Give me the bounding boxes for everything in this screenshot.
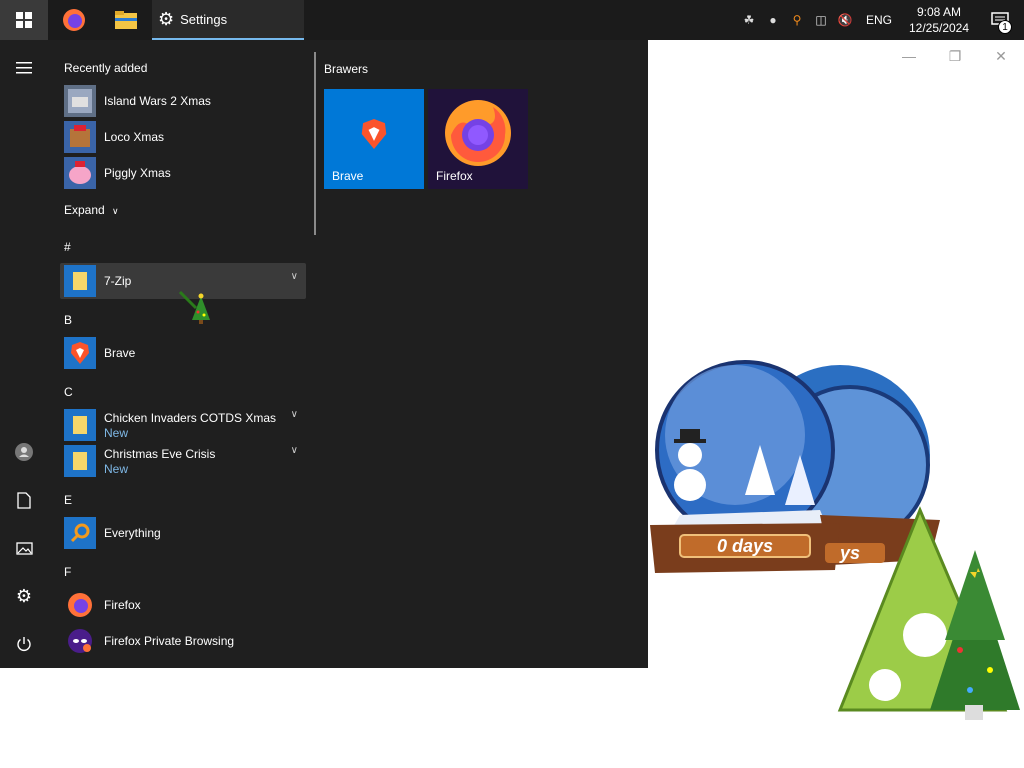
- list-item-firefox[interactable]: Firefox: [60, 587, 306, 623]
- chevron-down-icon: ∨: [112, 206, 119, 216]
- app-name: Brave: [104, 345, 136, 360]
- christmas-tree-cursor-icon: [178, 290, 210, 324]
- taskbar-settings-label: Settings: [180, 11, 228, 27]
- chevron-down-icon[interactable]: ∨: [291, 271, 298, 282]
- christmas-trees-decoration: [837, 506, 1020, 720]
- clock-time: 9:08 AM: [916, 5, 962, 19]
- list-item-everything[interactable]: Everything: [60, 515, 306, 551]
- letter-header-b[interactable]: B: [64, 313, 72, 327]
- taskbar-file-explorer[interactable]: [100, 0, 152, 40]
- list-item-piggly-xmas[interactable]: Piggly Xmas: [60, 155, 306, 191]
- letter-header-e[interactable]: E: [64, 493, 72, 507]
- user-account-button[interactable]: [0, 428, 48, 476]
- gear-icon: ⚙: [15, 585, 33, 606]
- taskbar: ⚙ Settings ☘ ● ⚲ ◫ 🔇 ENG 9:08 AM 12/25/2…: [0, 0, 1024, 40]
- settings-button[interactable]: ⚙: [0, 572, 48, 620]
- firefox-icon: [428, 95, 528, 169]
- app-list: Recently added Island Wars 2 Xmas Loco X…: [56, 40, 312, 668]
- power-button[interactable]: [0, 620, 48, 668]
- everything-search-icon: [64, 517, 96, 549]
- close-button[interactable]: ✕: [978, 40, 1024, 72]
- new-badge: New: [104, 461, 129, 476]
- tile-group-title[interactable]: Brawers: [324, 62, 368, 76]
- letter-header-c[interactable]: C: [64, 385, 73, 399]
- search-everything-icon[interactable]: ⚲: [788, 11, 806, 29]
- tile-label: Firefox: [436, 169, 473, 183]
- clock-date: 12/25/2024: [908, 21, 970, 35]
- water-drop-icon[interactable]: ●: [764, 11, 782, 29]
- chevron-down-icon[interactable]: ∨: [291, 409, 298, 420]
- island-wars-icon: [64, 85, 96, 117]
- app-name: Piggly Xmas: [104, 165, 171, 180]
- network-icon[interactable]: ◫: [812, 11, 830, 29]
- pictures-button[interactable]: [0, 524, 48, 572]
- window-controls: — ❐ ✕: [886, 40, 1024, 72]
- globe-days-text: 0 days: [717, 536, 773, 556]
- chevron-down-icon[interactable]: ∨: [291, 445, 298, 456]
- action-center-button[interactable]: 1: [980, 0, 1020, 40]
- letter-header-hash[interactable]: #: [64, 240, 71, 254]
- app-name: Firefox Private Browsing: [104, 633, 235, 648]
- firefox-icon: [64, 589, 96, 621]
- list-item-chicken-invaders[interactable]: Chicken Invaders COTDS Xmas New ∨: [60, 407, 306, 443]
- start-menu-rail: ⚙: [0, 40, 48, 668]
- hamburger-menu-button[interactable]: [0, 44, 48, 92]
- tile-brave[interactable]: Brave: [324, 89, 424, 189]
- folder-icon: [64, 445, 96, 477]
- taskbar-firefox[interactable]: [48, 0, 100, 40]
- start-menu: ⚙ Recently added Island Wars 2 Xmas Loco…: [0, 40, 648, 668]
- firefox-icon: [63, 9, 85, 31]
- maximize-button[interactable]: ❐: [932, 40, 978, 72]
- letter-header-f[interactable]: F: [64, 565, 71, 579]
- clock[interactable]: 9:08 AM 12/25/2024: [904, 4, 974, 36]
- app-name: Everything: [104, 525, 161, 540]
- list-item-firefox-private[interactable]: Firefox Private Browsing: [60, 623, 306, 659]
- minimize-button[interactable]: —: [886, 40, 932, 72]
- expand-button[interactable]: Expand ∨: [64, 203, 119, 217]
- folder-icon: [64, 265, 96, 297]
- folder-icon: [115, 11, 137, 29]
- windows-logo-icon: [16, 12, 32, 28]
- list-item-christmas-eve-crisis[interactable]: Christmas Eve Crisis New ∨: [60, 443, 306, 479]
- piggly-xmas-icon: [64, 157, 96, 189]
- app-name: Loco Xmas: [104, 129, 165, 144]
- start-button[interactable]: [0, 0, 48, 40]
- app-name: Island Wars 2 Xmas: [104, 93, 211, 108]
- loco-xmas-icon: [64, 121, 96, 153]
- recently-added-heading: Recently added: [64, 61, 148, 75]
- document-icon: [17, 491, 31, 509]
- system-tray: ☘ ● ⚲ ◫ 🔇 ENG 9:08 AM 12/25/2024 1: [740, 0, 1024, 40]
- list-item-loco-xmas[interactable]: Loco Xmas: [60, 119, 306, 155]
- new-badge: New: [104, 425, 129, 440]
- app-name: 7-Zip: [104, 273, 132, 288]
- firefox-private-icon: [64, 625, 96, 657]
- gear-icon: ⚙: [158, 8, 175, 29]
- picture-icon: [15, 541, 33, 555]
- power-icon: [17, 637, 31, 651]
- tile-label: Brave: [332, 169, 364, 183]
- app-name: Firefox: [104, 597, 141, 612]
- list-item-island-wars[interactable]: Island Wars 2 Xmas: [60, 83, 306, 119]
- app-name: Chicken Invaders COTDS Xmas: [104, 410, 277, 425]
- tile-firefox[interactable]: Firefox: [428, 89, 528, 189]
- documents-button[interactable]: [0, 476, 48, 524]
- folder-icon: [64, 409, 96, 441]
- app-name: Christmas Eve Crisis: [104, 446, 216, 461]
- brave-icon: [324, 117, 424, 151]
- user-avatar-icon: [15, 443, 33, 461]
- app-list-scrollbar[interactable]: [314, 52, 316, 235]
- language-indicator[interactable]: ENG: [860, 13, 898, 27]
- volume-muted-icon[interactable]: 🔇: [836, 11, 854, 29]
- brave-icon: [64, 337, 96, 369]
- expand-label: Expand: [64, 203, 105, 217]
- tray-app-icon[interactable]: ☘: [740, 11, 758, 29]
- hamburger-icon: [16, 62, 32, 74]
- taskbar-settings[interactable]: ⚙ Settings: [152, 0, 304, 40]
- list-item-brave[interactable]: Brave: [60, 335, 306, 371]
- notification-count-badge: 1: [998, 20, 1012, 34]
